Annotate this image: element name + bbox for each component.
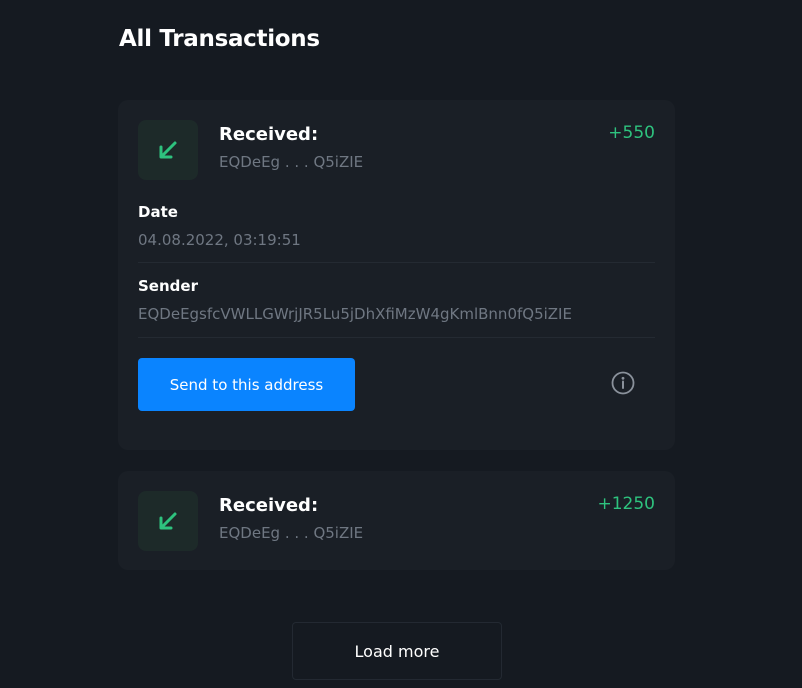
transaction-amount: +550 [608,123,655,143]
date-label: Date [138,203,178,221]
transaction-type: Received: [219,495,319,516]
date-section: Date 04.08.2022, 03:19:51 [138,203,655,249]
date-value: 04.08.2022, 03:19:51 [138,231,301,249]
load-more-button[interactable]: Load more [292,622,502,680]
transaction-address: EQDeEg . . . Q5iZIE [219,153,364,171]
info-icon[interactable] [611,371,635,395]
send-to-address-button[interactable]: Send to this address [138,358,355,411]
transaction-address: EQDeEg . . . Q5iZIE [219,524,364,542]
transaction-type: Received: [219,124,319,145]
sender-value[interactable]: EQDeEgsfcVWLLGWrjJR5Lu5jDhXfiMzW4gKmlBnn… [138,305,655,323]
divider [138,262,655,263]
sender-section: Sender EQDeEgsfcVWLLGWrjJR5Lu5jDhXfiMzW4… [138,277,655,323]
transaction-card[interactable]: Received: EQDeEg . . . Q5iZIE +1250 [118,471,675,570]
page-title: All Transactions [119,26,320,52]
sender-label: Sender [138,277,198,295]
arrow-down-left-icon [138,120,198,180]
transactions-page: All Transactions Received: EQDeEg . . . … [0,0,802,688]
arrow-down-left-icon [138,491,198,551]
transaction-card[interactable]: Received: EQDeEg . . . Q5iZIE +550 Date … [118,100,675,450]
transaction-amount: +1250 [597,494,655,514]
divider [138,337,655,338]
